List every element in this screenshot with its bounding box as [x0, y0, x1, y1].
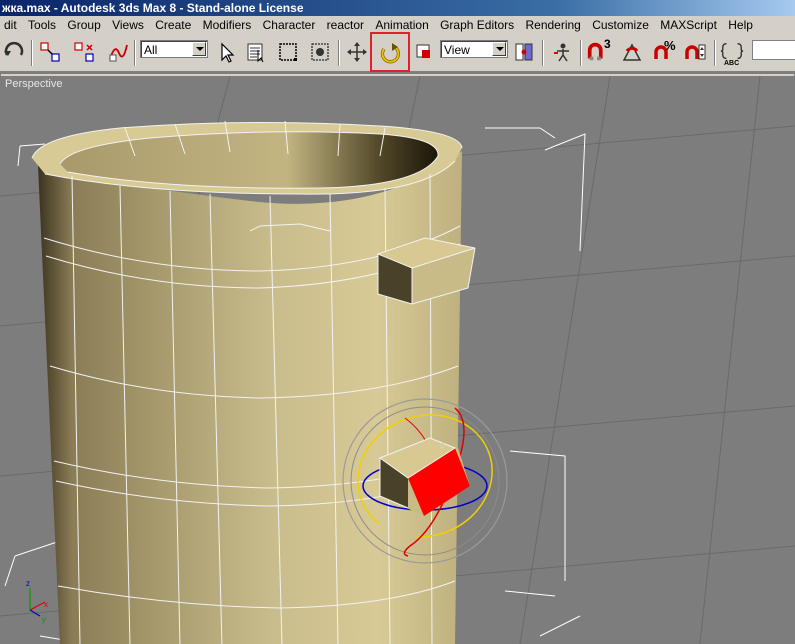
select-and-move-icon[interactable] [345, 39, 369, 65]
select-and-scale-icon[interactable] [412, 39, 436, 65]
viewport-label[interactable]: Perspective [5, 78, 62, 90]
window-title: жка.max - Autodesk 3ds Max 8 - Stand-alo… [0, 0, 795, 16]
menu-maxscript[interactable]: MAXScript [656, 16, 721, 34]
viewport-scene: z z x y [0, 76, 795, 644]
angle-snap-icon[interactable] [620, 39, 644, 65]
rotate-highlight [370, 32, 410, 72]
menu-graph-editors[interactable]: Graph Editors [436, 16, 518, 34]
reference-coordinate-dropdown[interactable]: View [440, 40, 508, 58]
mirror-icon[interactable] [550, 39, 574, 65]
chevron-down-icon [492, 42, 506, 56]
selection-filter-dropdown[interactable]: All [140, 40, 208, 58]
menu-tools[interactable]: Tools [24, 16, 60, 34]
rectangular-selection-icon[interactable] [276, 39, 300, 65]
selection-filter-value: All [144, 43, 158, 57]
menu-reactor[interactable]: reactor [323, 16, 368, 34]
menu-character[interactable]: Character [259, 16, 320, 34]
svg-text:z: z [440, 440, 445, 450]
perspective-viewport[interactable]: z z x y Perspective [0, 76, 795, 644]
abc-label: ABC [724, 60, 740, 67]
menu-views[interactable]: Views [108, 16, 148, 34]
select-by-name-icon[interactable] [244, 39, 268, 65]
bind-space-warp-icon[interactable] [106, 39, 130, 65]
svg-text:x: x [44, 600, 48, 609]
select-and-link-icon[interactable] [38, 39, 62, 65]
menu-customize[interactable]: Customize [588, 16, 653, 34]
menu-modifiers[interactable]: Modifiers [199, 16, 256, 34]
chevron-down-icon [192, 42, 206, 56]
window-crossing-icon[interactable] [308, 39, 332, 65]
use-pivot-center-icon[interactable] [512, 39, 536, 65]
svg-text:z: z [26, 579, 30, 588]
menu-group[interactable]: Group [63, 16, 104, 34]
menu-edit[interactable]: dit [0, 16, 21, 34]
menu-rendering[interactable]: Rendering [521, 16, 584, 34]
named-selection-field[interactable] [752, 40, 795, 60]
reference-coordinate-value: View [444, 43, 470, 57]
select-object-icon[interactable] [214, 39, 238, 65]
percent-snap-label: % [664, 38, 676, 53]
menu-help[interactable]: Help [724, 16, 757, 34]
undo-icon[interactable] [2, 39, 26, 65]
spinner-snap-icon[interactable] [684, 39, 708, 65]
unlink-icon[interactable] [72, 39, 96, 65]
snap-3d-label: 3 [604, 37, 611, 51]
svg-text:y: y [42, 615, 46, 624]
menu-create[interactable]: Create [151, 16, 195, 34]
